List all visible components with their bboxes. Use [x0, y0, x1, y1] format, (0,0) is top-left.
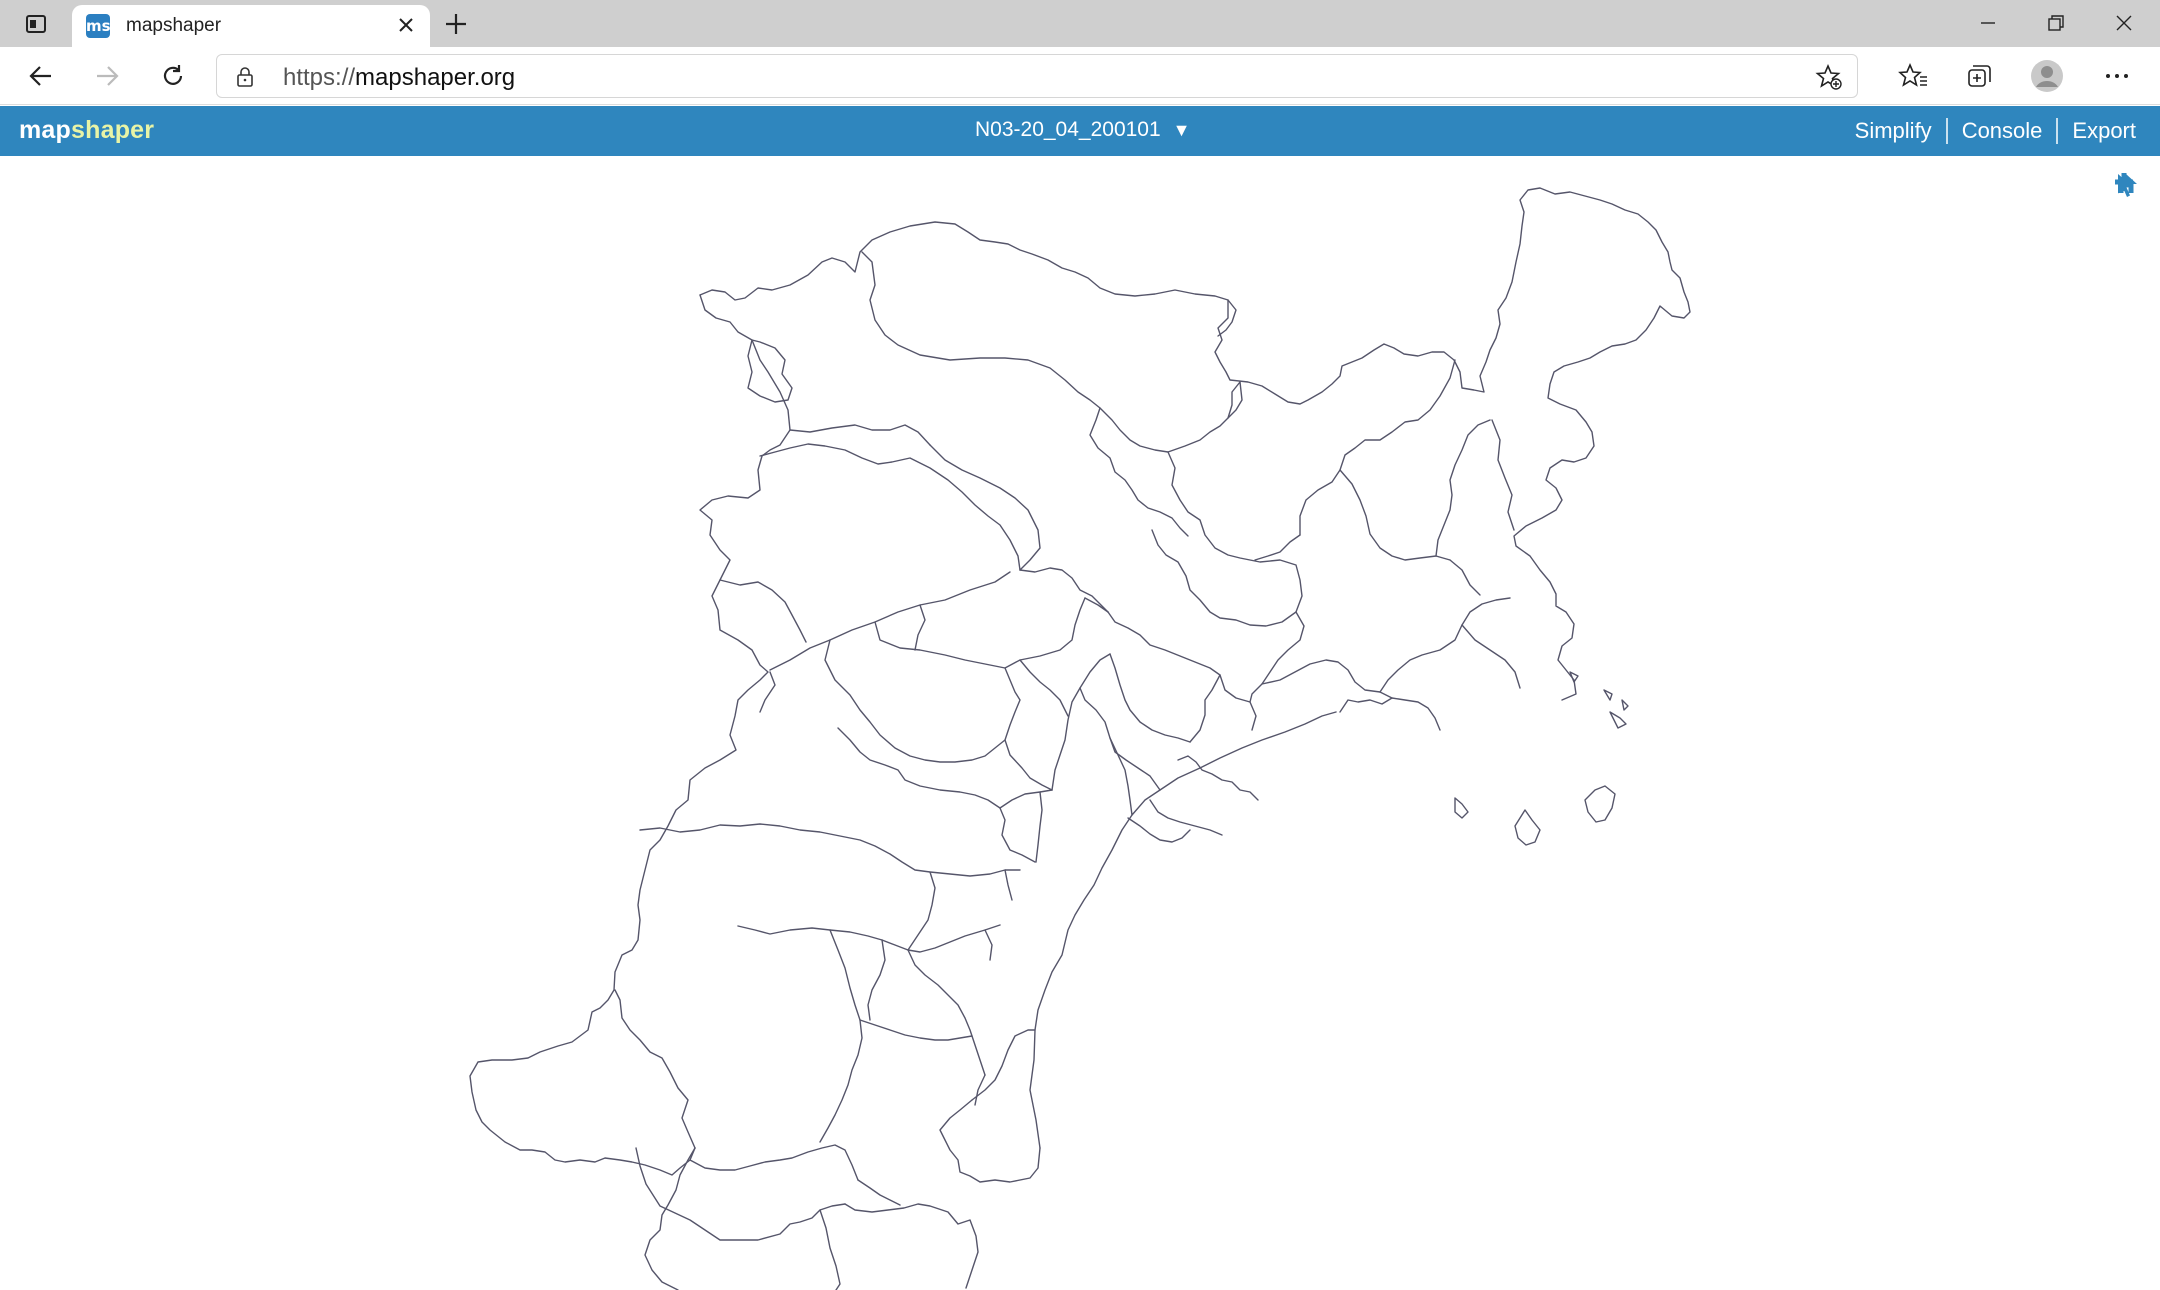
southwest-inner-1: [614, 989, 696, 1149]
lock-icon[interactable]: [235, 65, 255, 89]
browser-toolbar: https://mapshaper.org: [0, 47, 2160, 105]
export-button[interactable]: Export: [2056, 118, 2150, 144]
west-boundary: [469, 339, 791, 1176]
tab-actions-button[interactable]: [12, 8, 60, 40]
map-tool-buttons: [2114, 172, 2146, 340]
close-window-button[interactable]: [2090, 0, 2158, 46]
profile-button[interactable]: [2026, 57, 2068, 95]
internal-boundary: [861, 251, 1241, 453]
address-bar[interactable]: https://mapshaper.org: [216, 54, 1858, 98]
simplify-button[interactable]: Simplify: [1841, 118, 1946, 144]
japan-tohoku-region-map: [0, 156, 2160, 1290]
reload-button[interactable]: [152, 57, 194, 95]
zoom-in-button[interactable]: [2114, 173, 2146, 246]
dropdown-triangle-icon: ▼: [1172, 120, 1191, 140]
browser-tab-mapshaper[interactable]: ms mapshaper: [72, 5, 430, 47]
south-coast-lower: [939, 1099, 1041, 1183]
layer-name: N03-20_04_200101: [975, 118, 1161, 141]
south-boundary-2: [635, 1147, 846, 1241]
region-outer-boundary: [699, 187, 1691, 701]
southeast-lobe: [844, 1203, 979, 1289]
minimize-icon: [1981, 22, 1995, 24]
back-button[interactable]: [20, 57, 62, 95]
tab-actions-icon: [26, 15, 46, 33]
mapshaper-header: mapshaper N03-20_04_200101 ▼ Simplify Con…: [0, 106, 2160, 156]
favorites-star-icon: [1898, 62, 1927, 87]
new-tab-button[interactable]: [440, 8, 474, 40]
mapshaper-logo: mapshaper: [19, 116, 155, 144]
southwest-boundary: [699, 294, 793, 403]
tab-close-icon[interactable]: [394, 13, 418, 37]
collections-button[interactable]: [1958, 57, 2000, 95]
pointer-tool-button[interactable]: [2114, 174, 2146, 330]
url-text[interactable]: https://mapshaper.org: [283, 64, 515, 92]
browser-titlebar: ms mapshaper: [0, 0, 2160, 47]
mapshaper-favicon-icon: ms: [86, 14, 111, 38]
add-favorite-icon[interactable]: [1815, 63, 1843, 91]
collections-icon: [1968, 65, 1991, 87]
restore-icon: [2048, 15, 2064, 31]
restore-button[interactable]: [2022, 0, 2090, 46]
southeast-lobe-2: [819, 1209, 841, 1290]
avatar-icon: [2031, 60, 2063, 92]
tab-title: mapshaper: [126, 15, 222, 36]
console-button[interactable]: Console: [1945, 118, 2057, 144]
plus-icon: [446, 14, 466, 34]
pointer-select-icon: [2118, 174, 2133, 197]
east-coastline: [1029, 711, 1337, 1149]
back-arrow-icon: [29, 66, 51, 86]
forward-arrow-icon: [97, 66, 119, 86]
reload-icon: [163, 65, 183, 85]
header-menu: Simplify Console Export: [1841, 118, 2150, 144]
more-dots-icon: [2106, 74, 2128, 78]
forward-button[interactable]: [86, 57, 128, 95]
minimize-button[interactable]: [1954, 0, 2022, 46]
zoom-out-button[interactable]: [2114, 179, 2146, 288]
map-canvas[interactable]: [0, 156, 2160, 1290]
favorites-button[interactable]: [1892, 57, 1934, 95]
close-icon: [2116, 15, 2132, 31]
layer-selector[interactable]: N03-20_04_200101 ▼: [975, 118, 1191, 142]
settings-more-button[interactable]: [2096, 57, 2138, 95]
